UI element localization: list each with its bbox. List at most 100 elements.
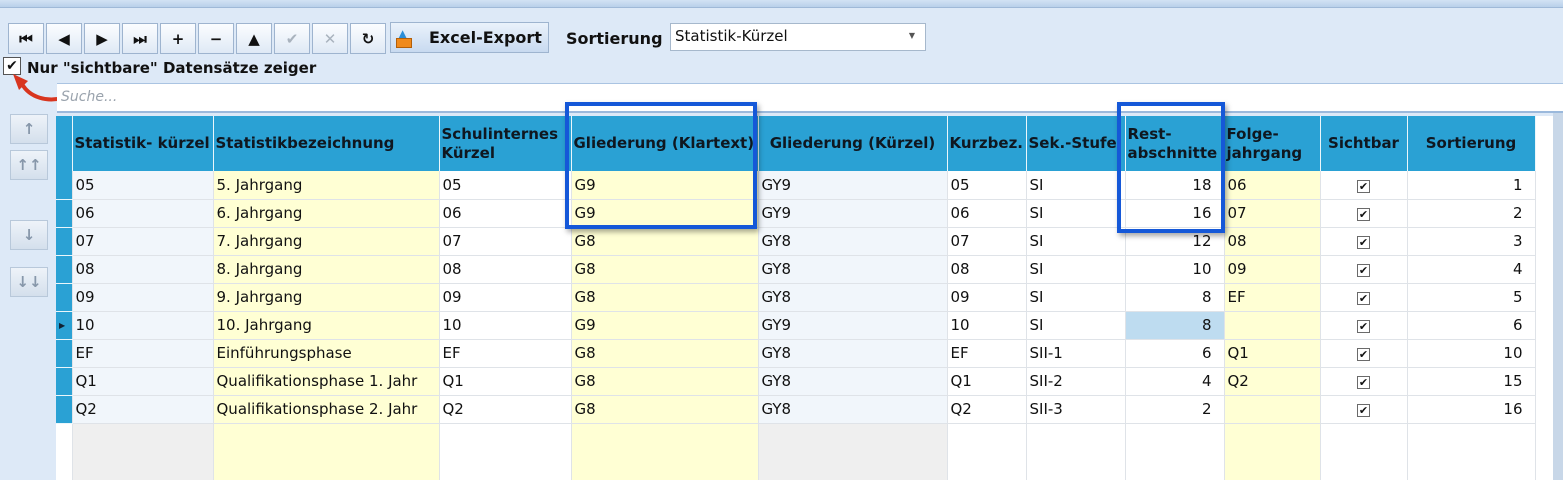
cell-sichtbar[interactable]: ✔ xyxy=(1320,255,1408,284)
cell-gk[interactable]: GY8 xyxy=(758,367,948,396)
cell-bez[interactable]: 5. Jahrgang xyxy=(213,171,440,200)
cell-rest[interactable]: 10 xyxy=(1125,255,1225,284)
excel-export-button[interactable]: ▲ Excel-Export xyxy=(390,22,549,53)
cell-intern[interactable]: Q2 xyxy=(439,395,572,424)
cell-kuerzel[interactable]: EF xyxy=(72,339,214,368)
cell-kurz[interactable]: 05 xyxy=(947,171,1027,200)
cell-folge[interactable]: 08 xyxy=(1224,227,1321,256)
cell-kuerzel[interactable]: Q2 xyxy=(72,395,214,424)
cell-kurz[interactable]: 10 xyxy=(947,311,1027,340)
cell-kuerzel[interactable]: Q1 xyxy=(72,367,214,396)
last-record-button[interactable]: ⏭ xyxy=(122,23,158,54)
cell-rest[interactable]: 2 xyxy=(1125,395,1225,424)
cell-gk[interactable]: GY8 xyxy=(758,227,948,256)
table-row[interactable]: 05 5. Jahrgang 05 G9 GY9 05 SI 18 06 ✔ 1 xyxy=(56,171,1536,200)
cell-intern[interactable]: 07 xyxy=(439,227,572,256)
cell-kurz[interactable]: 09 xyxy=(947,283,1027,312)
table-row[interactable]: 08 8. Jahrgang 08 G8 GY8 08 SI 10 09 ✔ 4 xyxy=(56,255,1536,284)
cell-sort[interactable]: 5 xyxy=(1407,283,1536,312)
cell-kuerzel[interactable]: 09 xyxy=(72,283,214,312)
sort-select[interactable]: Statistik-Kürzel ▼ xyxy=(670,23,926,51)
sichtbar-checkbox[interactable]: ✔ xyxy=(1357,320,1370,333)
cell-rest[interactable]: 6 xyxy=(1125,339,1225,368)
cell-sort[interactable]: 15 xyxy=(1407,367,1536,396)
sichtbar-checkbox[interactable]: ✔ xyxy=(1357,264,1370,277)
cell-folge[interactable]: 06 xyxy=(1224,171,1321,200)
cell-bez[interactable]: Qualifikationsphase 2. Jahr xyxy=(213,395,440,424)
column-header-sortierung[interactable]: Sortierung xyxy=(1407,116,1536,171)
cell-rest[interactable]: 8 xyxy=(1125,283,1225,312)
cell-gk[interactable]: GY8 xyxy=(758,395,948,424)
cell-gk[interactable]: GY9 xyxy=(758,171,948,200)
cell-stufe[interactable]: SII-3 xyxy=(1026,395,1126,424)
sichtbar-checkbox[interactable]: ✔ xyxy=(1357,292,1370,305)
cell-sichtbar[interactable]: ✔ xyxy=(1320,395,1408,424)
cell-kurz[interactable]: 08 xyxy=(947,255,1027,284)
column-header-statistik-kuerzel[interactable]: Statistik- kürzel xyxy=(72,116,214,171)
cell-intern[interactable]: 10 xyxy=(439,311,572,340)
cell-kuerzel[interactable]: 06 xyxy=(72,199,214,228)
table-row[interactable]: 07 7. Jahrgang 07 G8 GY8 07 SI 12 08 ✔ 3 xyxy=(56,227,1536,256)
cell-bez[interactable]: Qualifikationsphase 1. Jahr xyxy=(213,367,440,396)
cell-stufe[interactable]: SI xyxy=(1026,227,1126,256)
next-record-button[interactable]: ▶ xyxy=(84,23,120,54)
table-row[interactable]: 06 6. Jahrgang 06 G9 GY9 06 SI 16 07 ✔ 2 xyxy=(56,199,1536,228)
move-bottom-button[interactable]: ↓↓ xyxy=(10,267,48,297)
cell-rest[interactable]: 4 xyxy=(1125,367,1225,396)
cell-sichtbar[interactable]: ✔ xyxy=(1320,171,1408,200)
cell-glk[interactable]: G9 xyxy=(571,311,759,340)
table-row[interactable]: Q1 Qualifikationsphase 1. Jahr Q1 G8 GY8 Q1 SI… xyxy=(56,367,1536,396)
column-header-folgejahrgang[interactable]: Folge-jahrgang xyxy=(1224,116,1321,171)
cell-kuerzel[interactable]: 08 xyxy=(72,255,214,284)
cell-intern[interactable]: 08 xyxy=(439,255,572,284)
table-row[interactable]: ▶ 10 10. Jahrgang 10 G9 GY9 10 SI 8 ✔ 6 xyxy=(56,311,1536,340)
cell-glk[interactable]: G8 xyxy=(571,395,759,424)
cell-sichtbar[interactable]: ✔ xyxy=(1320,199,1408,228)
cell-sort[interactable]: 1 xyxy=(1407,171,1536,200)
cell-glk[interactable]: G8 xyxy=(571,255,759,284)
cell-intern[interactable]: 09 xyxy=(439,283,572,312)
cell-sichtbar[interactable]: ✔ xyxy=(1320,339,1408,368)
cell-kurz[interactable]: 06 xyxy=(947,199,1027,228)
sichtbar-checkbox[interactable]: ✔ xyxy=(1357,404,1370,417)
cell-gk[interactable]: GY8 xyxy=(758,283,948,312)
sichtbar-checkbox[interactable]: ✔ xyxy=(1357,376,1370,389)
table-row[interactable]: 09 9. Jahrgang 09 G8 GY8 09 SI 8 EF ✔ 5 xyxy=(56,283,1536,312)
sichtbar-checkbox[interactable]: ✔ xyxy=(1357,236,1370,249)
cell-gk[interactable]: GY8 xyxy=(758,339,948,368)
cell-sichtbar[interactable]: ✔ xyxy=(1320,283,1408,312)
cell-folge[interactable]: Q2 xyxy=(1224,367,1321,396)
cell-gk[interactable]: GY9 xyxy=(758,199,948,228)
column-header-statistikbezeichnung[interactable]: Statistikbezeichnung xyxy=(213,116,440,171)
cell-intern[interactable]: 06 xyxy=(439,199,572,228)
confirm-button[interactable]: ✔ xyxy=(274,23,310,54)
move-up-button[interactable]: ↑ xyxy=(10,114,48,144)
cell-kurz[interactable]: EF xyxy=(947,339,1027,368)
cell-stufe[interactable]: SI xyxy=(1026,311,1126,340)
cell-stufe[interactable]: SI xyxy=(1026,199,1126,228)
column-header-kurzbez[interactable]: Kurzbez. xyxy=(947,116,1027,171)
cell-stufe[interactable]: SI xyxy=(1026,283,1126,312)
cell-glk[interactable]: G8 xyxy=(571,227,759,256)
first-record-button[interactable]: ⏮ xyxy=(8,23,44,54)
column-header-sichtbar[interactable]: Sichtbar xyxy=(1320,116,1408,171)
cell-sort[interactable]: 10 xyxy=(1407,339,1536,368)
cell-rest[interactable]: 8 xyxy=(1125,311,1225,340)
cancel-button[interactable]: ✕ xyxy=(312,23,348,54)
cell-kurz[interactable]: 07 xyxy=(947,227,1027,256)
move-top-button[interactable]: ↑↑ xyxy=(10,150,48,180)
cell-bez[interactable]: 7. Jahrgang xyxy=(213,227,440,256)
table-row[interactable]: Q2 Qualifikationsphase 2. Jahr Q2 G8 GY8 Q2 SI… xyxy=(56,395,1536,424)
cell-stufe[interactable]: SII-2 xyxy=(1026,367,1126,396)
table-row[interactable]: EF Einführungsphase EF G8 GY8 EF SII-1 6 Q1 ✔ 10 xyxy=(56,339,1536,368)
cell-sichtbar[interactable]: ✔ xyxy=(1320,227,1408,256)
vertical-scrollbar[interactable] xyxy=(1553,113,1563,480)
sichtbar-checkbox[interactable]: ✔ xyxy=(1357,208,1370,221)
cell-folge[interactable] xyxy=(1224,311,1321,340)
move-down-button[interactable]: ↓ xyxy=(10,220,48,250)
cell-bez[interactable]: 6. Jahrgang xyxy=(213,199,440,228)
column-header-schulinternes-kuerzel[interactable]: Schulinternes Kürzel xyxy=(439,116,572,171)
cell-intern[interactable]: 05 xyxy=(439,171,572,200)
cell-bez[interactable]: Einführungsphase xyxy=(213,339,440,368)
cell-sort[interactable]: 16 xyxy=(1407,395,1536,424)
